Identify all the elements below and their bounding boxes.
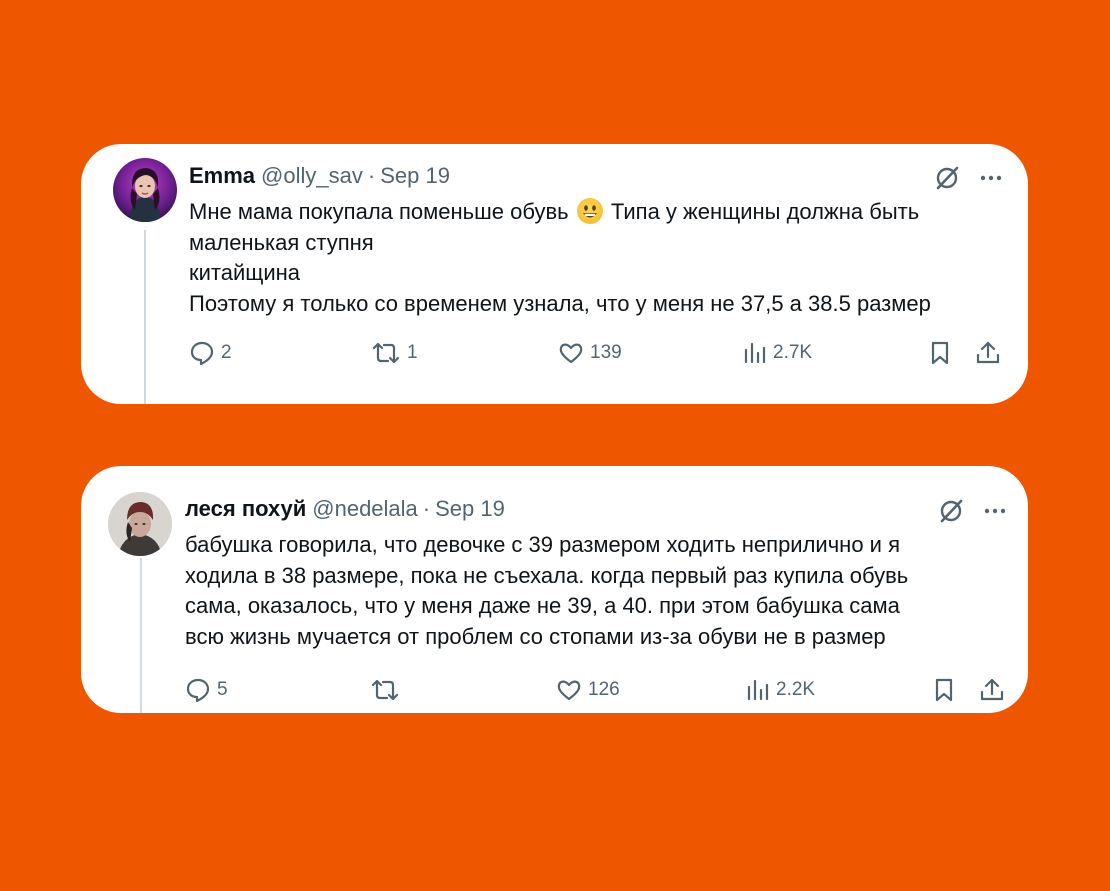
more-options-icon[interactable] bbox=[979, 166, 1003, 190]
grok-icon[interactable] bbox=[937, 497, 965, 525]
tweet-text: бабушка говорила, что девочке с 39 разме… bbox=[185, 530, 908, 652]
retweet-count: 1 bbox=[407, 342, 418, 363]
like-count: 139 bbox=[590, 342, 622, 363]
reply-button[interactable]: 5 bbox=[185, 677, 228, 703]
separator-dot: · bbox=[422, 496, 431, 521]
grok-icon[interactable] bbox=[933, 164, 961, 192]
display-name[interactable]: леся похуй bbox=[185, 495, 306, 523]
tweet-date[interactable]: Sep 19 bbox=[380, 162, 450, 190]
more-options-icon[interactable] bbox=[983, 499, 1007, 523]
like-count: 126 bbox=[588, 679, 620, 700]
avatar[interactable] bbox=[113, 158, 177, 222]
like-button[interactable]: 126 bbox=[556, 677, 620, 703]
user-handle[interactable]: @nedelala bbox=[312, 495, 418, 523]
bookmark-button[interactable] bbox=[933, 677, 955, 703]
thread-line bbox=[140, 558, 142, 713]
retweet-icon bbox=[371, 679, 399, 701]
thread-line bbox=[144, 230, 146, 404]
bookmark-icon bbox=[935, 678, 953, 702]
bookmark-button[interactable] bbox=[929, 340, 951, 366]
views-button[interactable]: 2.2K bbox=[746, 677, 815, 703]
share-icon bbox=[980, 678, 1004, 701]
tweet-text-line: сама, оказалось, что у меня даже не 39, … bbox=[185, 593, 900, 618]
grinning-face-emoji bbox=[576, 198, 603, 224]
tweet-text-line: Поэтому я только со временем узнала, что… bbox=[189, 290, 931, 316]
reply-icon bbox=[190, 341, 214, 366]
retweet-button[interactable] bbox=[370, 677, 406, 703]
separator-dot: · bbox=[367, 163, 376, 188]
share-button[interactable] bbox=[975, 340, 1001, 366]
tweet-card[interactable]: леся похуй @nedelala · Sep 19 бабушка го… bbox=[81, 466, 1028, 713]
retweet-button[interactable]: 1 bbox=[371, 340, 418, 366]
like-button[interactable]: 139 bbox=[558, 340, 622, 366]
tweet-text-line: маленькая ступня bbox=[189, 229, 374, 255]
avatar[interactable] bbox=[108, 492, 172, 556]
reply-count: 5 bbox=[217, 679, 228, 700]
user-handle[interactable]: @olly_sav bbox=[261, 162, 363, 190]
share-icon bbox=[976, 341, 1000, 364]
tweet-text-line: Мне мама покупала поменьше обувь Типа у … bbox=[189, 198, 920, 224]
heart-icon bbox=[559, 343, 583, 364]
views-button[interactable]: 2.7K bbox=[743, 340, 812, 366]
tweet-text-line: всю жизнь мучается от проблем со стопами… bbox=[185, 623, 886, 649]
view-count: 2.7K bbox=[773, 342, 813, 363]
bookmark-icon bbox=[931, 341, 949, 365]
retweet-icon bbox=[372, 342, 400, 364]
tweet-text-line: китайщина bbox=[189, 260, 301, 285]
display-name[interactable]: Emma bbox=[189, 162, 255, 190]
views-chart-icon bbox=[747, 679, 769, 701]
tweet-top-icons bbox=[937, 497, 1007, 525]
tweet-text: Мне мама покупала поменьше обувь Типа у … bbox=[189, 197, 931, 319]
tweet-card[interactable]: Emma @olly_sav · Sep 19 Мне мама покупал… bbox=[81, 144, 1028, 404]
tweet-header: Emma @olly_sav · Sep 19 bbox=[189, 162, 450, 190]
reply-icon bbox=[186, 678, 210, 703]
tweet-text-line: бабушка говорила, что девочке с 39 разме… bbox=[185, 532, 900, 557]
tweet-header: леся похуй @nedelala · Sep 19 bbox=[185, 495, 505, 523]
share-button[interactable] bbox=[979, 677, 1005, 703]
reply-count: 2 bbox=[221, 342, 232, 363]
heart-icon bbox=[557, 680, 581, 701]
view-count: 2.2K bbox=[776, 679, 816, 700]
views-chart-icon bbox=[744, 342, 766, 364]
reply-button[interactable]: 2 bbox=[189, 340, 232, 366]
tweet-top-icons bbox=[933, 164, 1003, 192]
tweet-text-line: ходила в 38 размере, пока не съехала. ко… bbox=[185, 562, 909, 588]
tweet-date[interactable]: Sep 19 bbox=[435, 495, 505, 523]
